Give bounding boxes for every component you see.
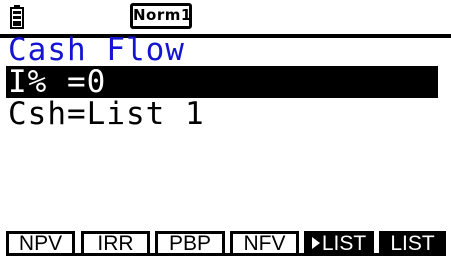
battery-icon <box>10 5 24 29</box>
mode-badge: Norm1 <box>130 3 192 29</box>
right-triangle-icon <box>311 237 320 249</box>
screen-title: Cash Flow <box>8 32 185 68</box>
function-key-baseline <box>6 253 446 256</box>
calculator-screen: Norm1 Cash Flow I% =0 Csh=List 1 NPV IRR… <box>0 0 451 262</box>
cash-list-field[interactable]: Csh=List 1 <box>8 98 440 130</box>
pbp-key-label: PBP <box>168 232 212 255</box>
nfv-key-label: NFV <box>243 232 286 255</box>
to-list-key-label: LIST <box>321 232 367 255</box>
irr-key-label: IRR <box>97 232 134 255</box>
npv-key-label: NPV <box>18 232 63 255</box>
interest-rate-field[interactable]: I% =0 <box>6 66 438 98</box>
list-key-label: LIST <box>390 232 435 255</box>
